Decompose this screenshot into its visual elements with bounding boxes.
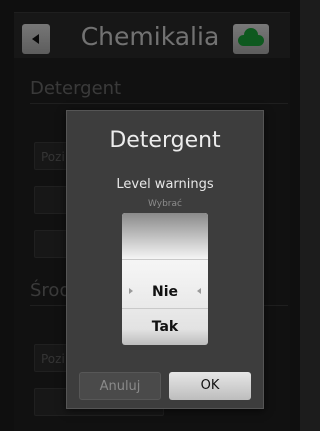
level-warnings-dialog: Detergent Level warnings Wybrać Nie Tak … [66, 110, 264, 409]
value-picker-wheel[interactable]: Nie Tak [122, 213, 208, 345]
picker-shade [122, 329, 208, 345]
picker-separator [122, 308, 208, 309]
picker-empty-slot [122, 213, 208, 259]
picker-separator [122, 259, 208, 260]
dialog-hint: Wybrać [148, 199, 182, 209]
cancel-button[interactable]: Anuluj [79, 372, 161, 400]
dialog-title: Detergent [109, 128, 221, 153]
ok-button[interactable]: OK [169, 372, 251, 400]
dialog-subtitle: Level warnings [116, 177, 214, 192]
picker-option-selected[interactable]: Nie [122, 284, 208, 300]
